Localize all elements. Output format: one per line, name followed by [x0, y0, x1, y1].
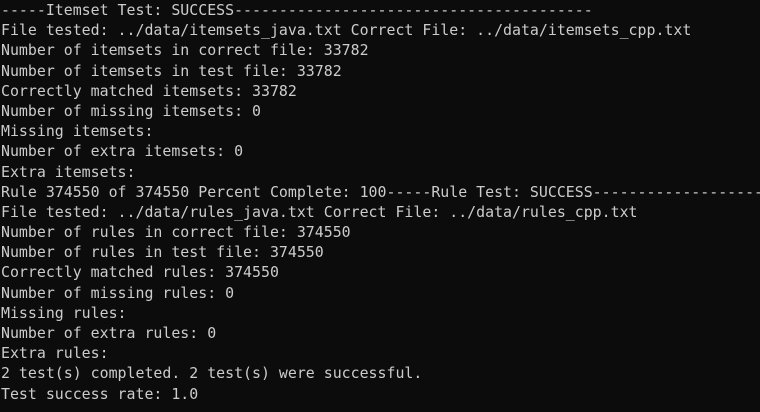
rules-missing-label-line: Missing rules: [1, 303, 127, 322]
rules-correct-count-line: Number of rules in correct file: 374550 [1, 223, 351, 242]
itemsets-correct-count-line: Number of itemsets in correct file: 3378… [1, 41, 369, 60]
itemsets-missing-count-line: Number of missing itemsets: 0 [1, 101, 261, 120]
rules-test-count-line: Number of rules in test file: 374550 [1, 243, 324, 262]
rules-matched-line: Correctly matched rules: 374550 [1, 263, 279, 282]
itemsets-missing-label-line: Missing itemsets: [1, 122, 154, 141]
itemset-files-line: File tested: ../data/itemsets_java.txt C… [1, 21, 692, 40]
success-rate-line: Test success rate: 1.0 [1, 384, 199, 403]
itemsets-extra-label-line: Extra itemsets: [1, 162, 136, 181]
itemsets-matched-line: Correctly matched itemsets: 33782 [1, 81, 297, 100]
console-window[interactable]: -----Itemset Test: SUCCESS--------------… [0, 0, 760, 412]
console-output: -----Itemset Test: SUCCESS--------------… [1, 0, 760, 404]
itemset-test-header-line: -----Itemset Test: SUCCESS--------------… [1, 1, 593, 19]
rule-progress-header-line: Rule 374550 of 374550 Percent Complete: … [1, 182, 760, 201]
rules-extra-label-line: Extra rules: [1, 344, 109, 363]
itemsets-test-count-line: Number of itemsets in test file: 33782 [1, 61, 342, 80]
rules-extra-count-line: Number of extra rules: 0 [1, 324, 217, 342]
tests-summary-line: 2 test(s) completed. 2 test(s) were succ… [1, 364, 423, 383]
rules-missing-count-line: Number of missing rules: 0 [1, 283, 235, 302]
rule-files-line: File tested: ../data/rules_java.txt Corr… [1, 202, 638, 221]
itemsets-extra-count-line: Number of extra itemsets: 0 [1, 142, 244, 161]
